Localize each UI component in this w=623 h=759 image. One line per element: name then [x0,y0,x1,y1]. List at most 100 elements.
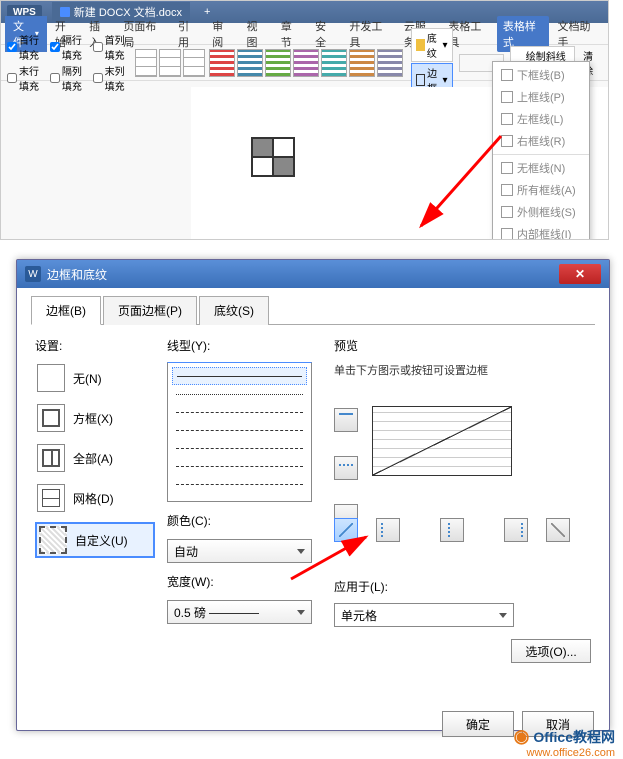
pv-right-border[interactable] [504,518,528,542]
chk-first-col[interactable]: 首列填充 [93,32,132,62]
dd-all-borders[interactable]: 所有框线(A) [493,179,589,201]
dd-left-border[interactable]: 左框线(L) [493,108,589,130]
preview-hint: 单击下方图示或按钮可设置边框 [334,362,591,378]
preview-label: 预览 [334,337,591,354]
chk-last-col[interactable]: 末列填充 [93,63,132,93]
close-button[interactable]: ✕ [559,264,601,284]
menu-security[interactable]: 安全 [309,16,341,52]
watermark: ◉ Office教程网 www.office26.com [514,726,615,747]
sample-table[interactable] [251,137,295,177]
pv-top-border[interactable] [334,408,358,432]
chk-last-row[interactable]: 末行填充 [7,63,46,93]
wps-dialog-icon: W [25,266,41,282]
fill-options: 首行填充 末行填充 [7,32,46,93]
color-label: 颜色(C): [167,512,322,529]
color-style-6[interactable] [349,49,375,77]
color-style-7[interactable] [377,49,403,77]
menu-section[interactable]: 章节 [275,16,307,52]
dialog-titlebar[interactable]: W 边框和底纹 ✕ [17,260,609,288]
color-style-5[interactable] [321,49,347,77]
v-middle-icon [448,523,462,537]
apply-select[interactable]: 单元格 [334,603,514,627]
chevron-down-icon [297,549,305,554]
setting-custom[interactable]: 自定义(U) [35,522,155,558]
tab-page-border[interactable]: 页面边框(P) [103,296,197,325]
color-style-4[interactable] [293,49,319,77]
pv-left-border[interactable] [376,518,400,542]
dd-outside-borders[interactable]: 外侧框线(S) [493,201,589,223]
ok-button[interactable]: 确定 [442,711,514,737]
line-style-2[interactable] [172,385,307,403]
no-border-icon [501,162,513,174]
setting-none[interactable]: 无(N) [35,362,155,394]
dd-right-border[interactable]: 右框线(R) [493,130,589,152]
line-style-solid[interactable] [172,367,307,385]
style-preset-2[interactable] [159,49,181,77]
width-select[interactable]: 0.5 磅 [167,600,312,624]
preview-column: 预览 单击下方图示或按钮可设置边框 [334,337,591,663]
watermark-logo-icon: ◉ [514,726,530,747]
line-style-list[interactable] [167,362,312,502]
box-icon [37,404,65,432]
options-button[interactable]: 选项(O)... [511,639,591,663]
border-dropdown-menu: 下框线(B) 上框线(P) 左框线(L) 右框线(R) 无框线(N) 所有框线(… [492,61,590,240]
fill-options-2: 隔行填充 隔列填充 [50,32,89,93]
line-style-5[interactable] [172,439,307,457]
dd-inside-borders[interactable]: 内部框线(I) [493,223,589,240]
chevron-down-icon [499,613,507,618]
menu-review[interactable]: 审阅 [206,16,238,52]
menu-view[interactable]: 视图 [241,16,273,52]
dialog-content: 设置: 无(N) 方框(X) 全部(A) [31,325,595,675]
setting-grid[interactable]: 网格(D) [35,482,155,514]
left-border-icon [501,113,513,125]
dialog-body: 边框(B) 页面边框(P) 底纹(S) 设置: 无(N) [17,288,609,683]
none-icon [37,364,65,392]
shading-button[interactable]: 底纹 ▾ [411,28,452,62]
line-style-label: 线型(Y): [167,337,322,354]
all-icon [37,444,65,472]
diagonal-up-icon [551,523,565,537]
pv-diag-up[interactable] [546,518,570,542]
preview-diagram[interactable] [372,406,512,476]
menu-references[interactable]: 引用 [172,16,204,52]
chevron-down-icon [297,610,305,615]
width-label: 宽度(W): [167,573,322,590]
color-select[interactable]: 自动 [167,539,312,563]
dialog-tabs: 边框(B) 页面边框(P) 底纹(S) [31,296,595,325]
all-borders-icon [501,184,513,196]
top-border-icon [501,91,513,103]
right-border-icon [501,135,513,147]
chk-first-row[interactable]: 首行填充 [7,32,46,62]
settings-list: 无(N) 方框(X) 全部(A) 网格(D) [35,362,155,558]
watermark-text: Office教程网 [533,727,615,747]
dd-no-border[interactable]: 无框线(N) [493,157,589,179]
line-style-7[interactable] [172,475,307,493]
dd-bottom-border[interactable]: 下框线(B) [493,64,589,86]
color-style-1[interactable] [209,49,235,77]
tab-border[interactable]: 边框(B) [31,296,101,325]
line-style-4[interactable] [172,421,307,439]
borders-shading-dialog: W 边框和底纹 ✕ 边框(B) 页面边框(P) 底纹(S) 设置: [16,259,610,731]
menu-devtools[interactable]: 开发工具 [343,16,396,52]
tab-shading[interactable]: 底纹(S) [199,296,269,325]
chk-banded-col[interactable]: 隔列填充 [50,63,89,93]
dd-top-border[interactable]: 上框线(P) [493,86,589,108]
setting-all[interactable]: 全部(A) [35,442,155,474]
diagonal-down-icon [339,523,353,537]
inside-borders-icon [501,228,513,240]
color-style-2[interactable] [237,49,263,77]
settings-label: 设置: [35,337,155,354]
color-style-3[interactable] [265,49,291,77]
line-style-column: 线型(Y): 颜色(C): 自动 [167,337,322,663]
style-preset-1[interactable] [135,49,157,77]
style-preset-3[interactable] [183,49,205,77]
line-style-6[interactable] [172,457,307,475]
setting-box[interactable]: 方框(X) [35,402,155,434]
chk-banded-row[interactable]: 隔行填充 [50,32,89,62]
line-style-3[interactable] [172,403,307,421]
pv-diag-down[interactable] [334,518,358,542]
dialog-title: 边框和底纹 [47,266,107,283]
pv-h-middle[interactable] [334,456,358,480]
bottom-border-icon [501,69,513,81]
pv-v-middle[interactable] [440,518,464,542]
